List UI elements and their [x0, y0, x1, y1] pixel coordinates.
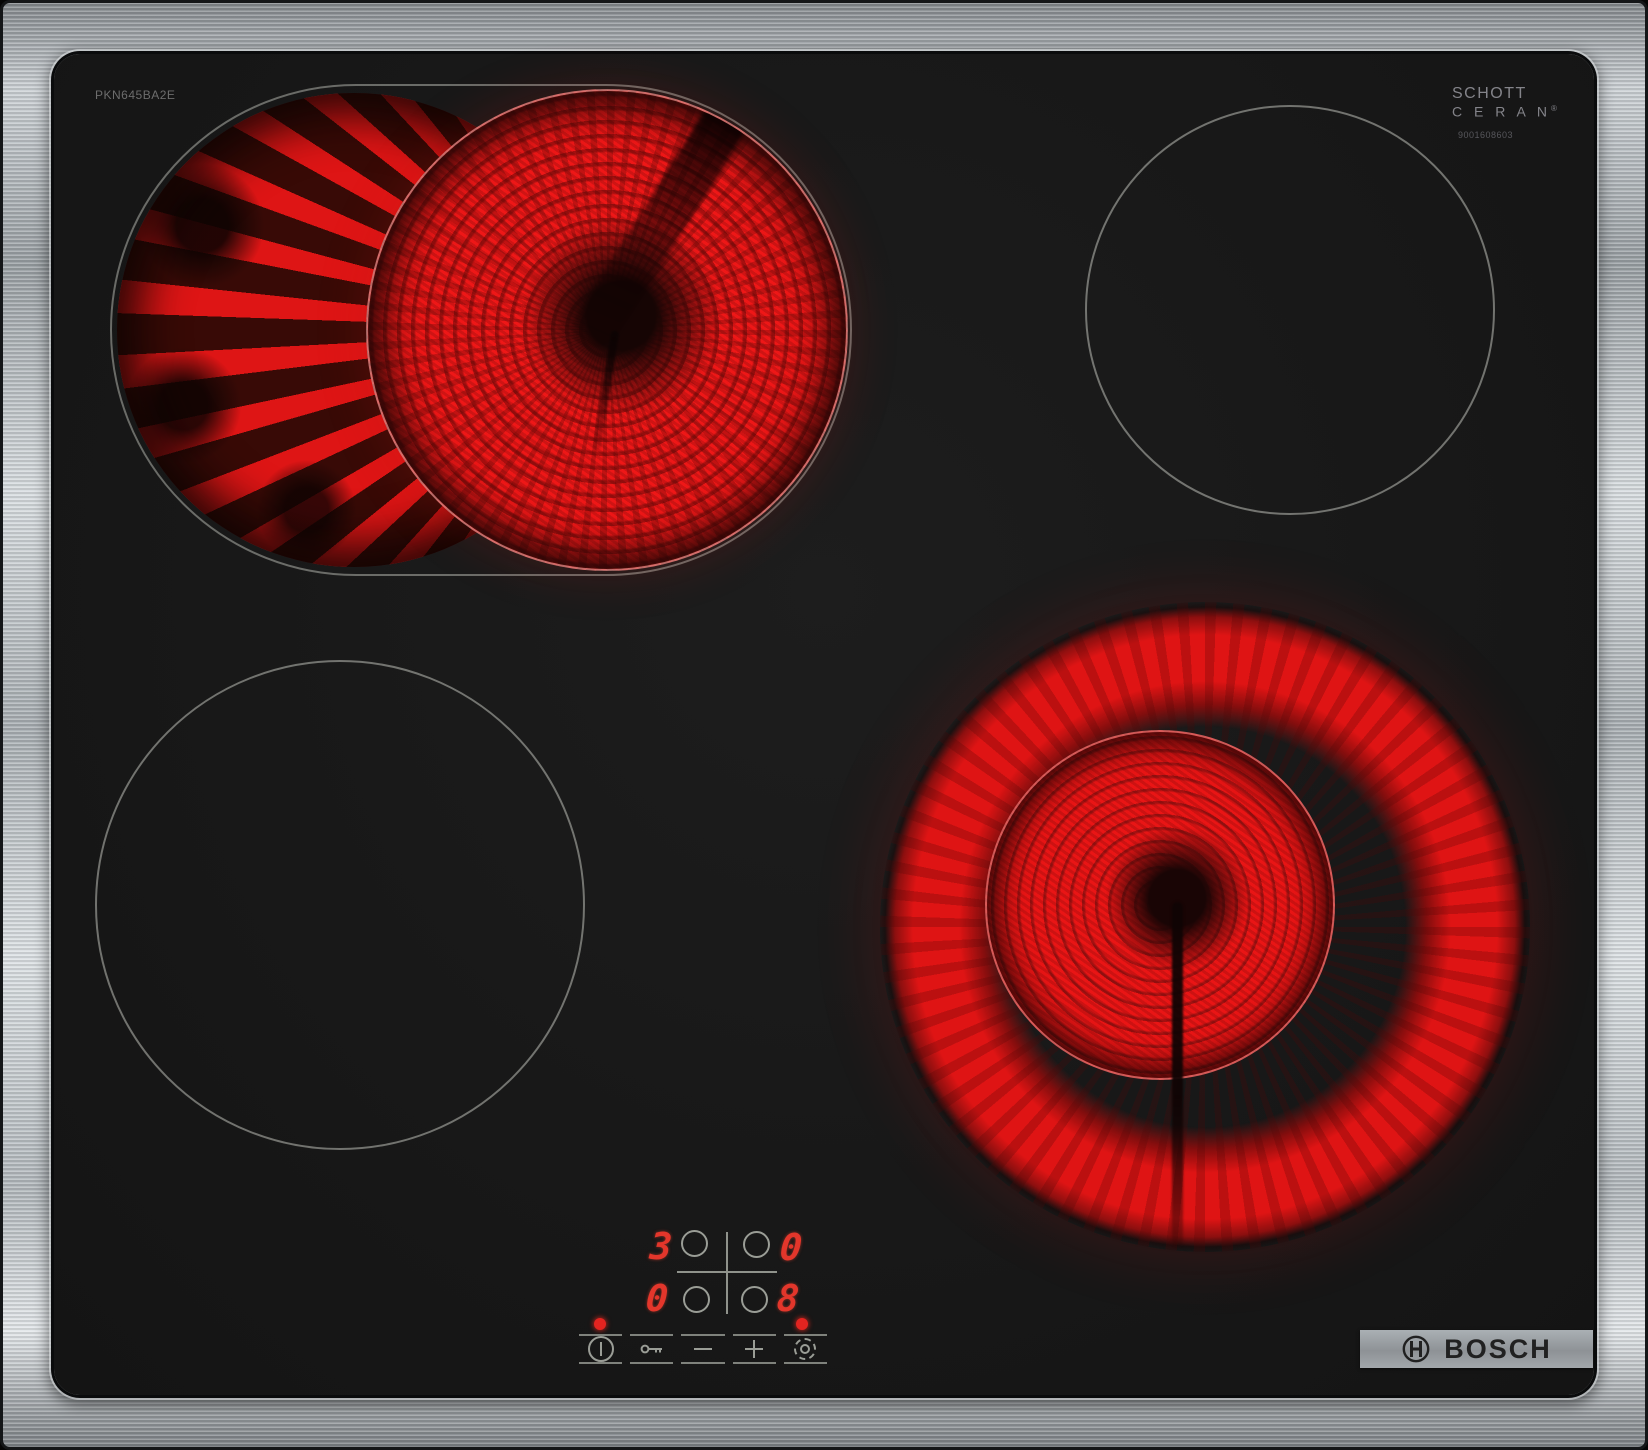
bosch-wordmark: BOSCH — [1444, 1334, 1552, 1365]
ceramic-glass-surface: PKN645BA2E SCHOTT C E R A N® 9001608603 … — [54, 54, 1594, 1395]
power-icon — [588, 1336, 614, 1362]
zone-rear-left — [110, 84, 852, 576]
level-display-front-left: 0 — [641, 1282, 673, 1316]
power-indicator-dot — [594, 1318, 606, 1330]
zone-front-right — [880, 602, 1530, 1252]
schott-logo-line2: C E R A N® — [1452, 101, 1561, 120]
childlock-button[interactable] — [628, 1334, 675, 1364]
display-zone-circle-rear-right — [743, 1231, 770, 1258]
level-display-rear-right: 0 — [775, 1231, 807, 1265]
heat-sensor-stem — [1172, 902, 1183, 1247]
part-number: 9001608603 — [1458, 130, 1513, 140]
schott-ceran-logo: SCHOTT C E R A N® — [1452, 86, 1561, 120]
schott-logo-line1: SCHOTT — [1452, 86, 1561, 101]
touch-control-row — [575, 1334, 831, 1364]
display-zone-circle-front-left — [683, 1286, 710, 1313]
display-zone-circle-rear-left — [681, 1230, 708, 1257]
display-zone-circle-front-right — [741, 1286, 768, 1313]
minus-button[interactable] — [679, 1334, 726, 1364]
zone-rear-right-outline — [1085, 105, 1495, 515]
zone-rear-left-main-glow — [366, 89, 848, 571]
dualzone-indicator-dot — [796, 1318, 808, 1330]
display-cross-horizontal — [677, 1271, 777, 1273]
level-display-rear-left: 3 — [645, 1230, 677, 1264]
dualzone-button[interactable] — [782, 1334, 829, 1364]
display-cross-vertical — [726, 1232, 728, 1314]
plus-button[interactable] — [731, 1334, 778, 1364]
zone-front-right-inner-glow — [985, 730, 1335, 1080]
plus-icon — [745, 1340, 763, 1358]
zone-front-left-outline — [95, 660, 585, 1150]
bosch-emblem-icon — [1401, 1334, 1431, 1364]
dual-zone-icon — [794, 1338, 816, 1360]
level-display-front-right: 8 — [772, 1282, 804, 1316]
bosch-badge: BOSCH — [1360, 1330, 1593, 1368]
registered-mark: ® — [1551, 104, 1561, 113]
key-icon — [640, 1343, 664, 1355]
glass-reflection-streak — [563, 89, 764, 356]
power-button[interactable] — [577, 1334, 624, 1364]
minus-icon — [694, 1348, 712, 1350]
